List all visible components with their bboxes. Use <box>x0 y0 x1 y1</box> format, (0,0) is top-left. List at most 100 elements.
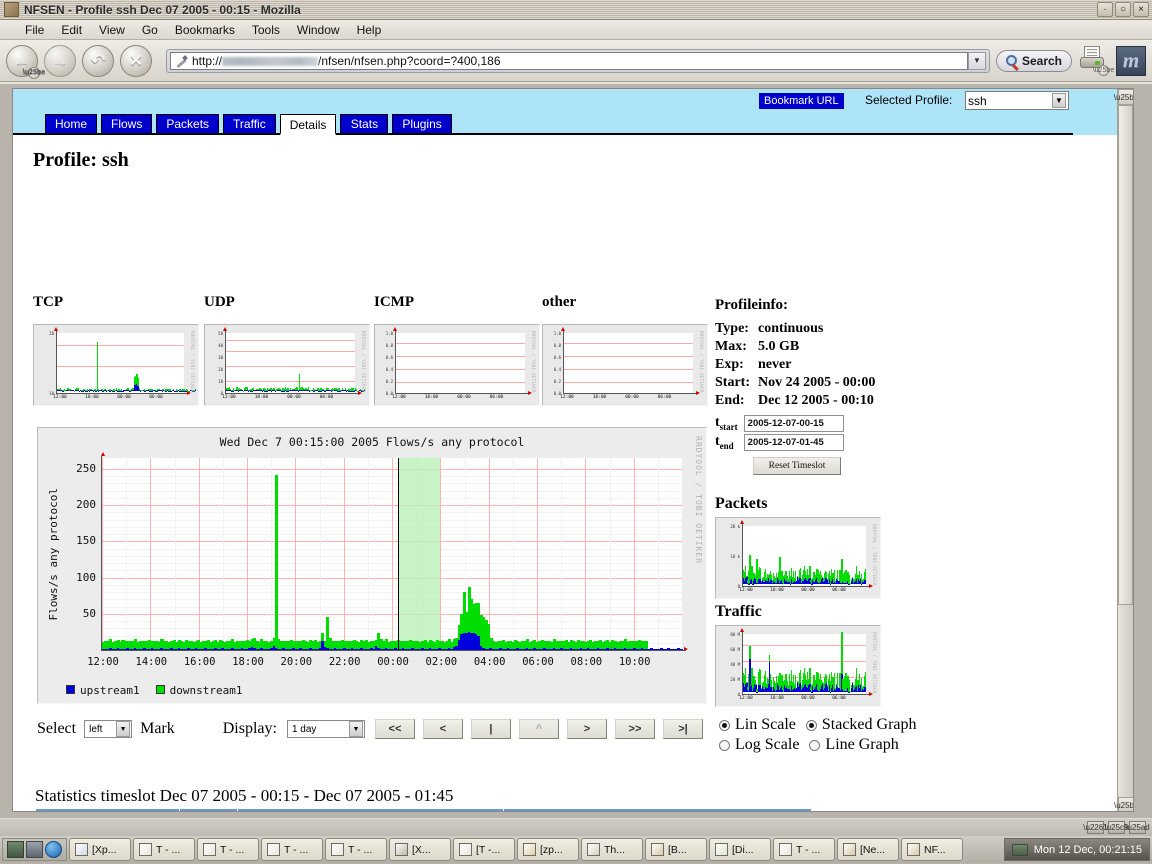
taskbar-item[interactable]: [X... <box>389 838 451 861</box>
close-button[interactable]: × <box>1133 2 1149 17</box>
nav-up-button[interactable]: ^ <box>518 719 559 739</box>
clock[interactable]: Mon 12 Dec, 00:21:15 <box>1003 838 1150 861</box>
thumb-x-tick: 06:00 <box>832 696 846 701</box>
thumb-y-tick: 10 <box>218 379 223 384</box>
terminal-launcher-icon[interactable] <box>7 841 24 858</box>
taskbar-item-icon <box>203 843 216 856</box>
url-bar-wrapper: http:///nfsen/nfsen.php?coord=?400,186 ▼ <box>166 48 990 73</box>
bookmark-url-button[interactable]: Bookmark URL <box>759 93 844 109</box>
menu-help[interactable]: Help <box>350 21 389 39</box>
url-input[interactable]: http:///nfsen/nfsen.php?coord=?400,186 <box>170 51 968 70</box>
menu-window[interactable]: Window <box>290 21 347 39</box>
taskbar-item[interactable]: [B... <box>645 838 707 861</box>
profile-select[interactable]: ssh ▼ <box>965 91 1069 110</box>
task-buttons: [Xp... T - ... T - ... T - ... T - ... [X... [… <box>69 838 963 861</box>
menu-file[interactable]: File <box>18 21 51 39</box>
menu-tools[interactable]: Tools <box>245 21 287 39</box>
taskbar-item[interactable]: T - ... <box>261 838 323 861</box>
taskbar-item[interactable]: T - ... <box>133 838 195 861</box>
graph-y-axis <box>101 456 102 651</box>
page-scrollbar[interactable]: \u25b2 \u25bc <box>1114 89 1133 811</box>
lock-icon[interactable]: \u25ad <box>1125 821 1150 834</box>
browser-launcher-icon[interactable] <box>45 841 62 858</box>
back-icon[interactable]: ← \u25be <box>6 44 45 79</box>
nav-prev-button[interactable]: < <box>422 719 463 739</box>
taskbar-item[interactable]: [Xp... <box>69 838 131 861</box>
tab-plugins[interactable]: Plugins <box>392 114 452 133</box>
menu-bookmarks[interactable]: Bookmarks <box>168 21 242 39</box>
protocol-graph-other[interactable]: 1.0 0.8 0.6 0.4 0.2 0.0 12:00 18:00 00:00 06:00 RR… <box>542 324 708 406</box>
print-dropdown-icon[interactable]: \u25be <box>1093 64 1114 76</box>
taskbar-item[interactable]: [zp... <box>517 838 579 861</box>
reload-icon[interactable]: ↶ <box>82 44 114 77</box>
protocol-graph-udp[interactable]: 50 40 30 20 10 0 12:00 18:00 00:00 06:00 RRDTOOL /… <box>204 324 370 406</box>
tstart-input[interactable]: 2005-12-07-00-15 <box>743 415 844 432</box>
scroll-up-icon[interactable]: \u25b2 <box>1114 89 1133 105</box>
nav-next-button[interactable]: > <box>566 719 607 739</box>
packets-graph[interactable]: 20 k 10 k 0 12:00 18:00 00:00 06:00 RRDTOOL / T… <box>715 517 881 599</box>
protocol-graph-icmp[interactable]: 1.0 0.8 0.6 0.4 0.2 0.0 12:00 18:00 00:00 06:00 RR… <box>374 324 540 406</box>
tab-details[interactable]: Details <box>279 114 337 135</box>
chevron-down-icon: ▼ <box>1052 93 1066 108</box>
profile-type-key: Type: <box>715 321 749 336</box>
radio-stacked-graph[interactable]: Stacked Graph <box>805 716 917 734</box>
protocol-thumb-title: other <box>542 294 577 310</box>
print-icon[interactable]: \u25be <box>1078 45 1114 76</box>
eye-icon[interactable]: \u25c9 <box>1104 821 1129 834</box>
taskbar-item-label: T - ... <box>796 843 821 856</box>
taskbar-item[interactable]: T - ... <box>773 838 835 861</box>
thumb-axis-arrow-icon <box>393 327 397 331</box>
tab-home[interactable]: Home <box>45 114 98 133</box>
graph-plot-area[interactable] <box>102 458 683 650</box>
nav-first-button[interactable]: << <box>374 719 415 739</box>
url-dropdown-icon[interactable]: ▼ <box>967 51 986 70</box>
main-graph[interactable]: Wed Dec 7 00:15:00 2005 Flows/s any prot… <box>37 427 707 704</box>
maximize-button[interactable]: ○ <box>1115 2 1131 17</box>
taskbar-item[interactable]: Th... <box>581 838 643 861</box>
menu-edit[interactable]: Edit <box>54 21 89 39</box>
stop-icon[interactable]: ✕ <box>120 44 152 77</box>
thumb-x-tick: 12:00 <box>560 395 574 400</box>
tab-traffic[interactable]: Traffic <box>223 114 276 133</box>
taskbar-item-label: [zp... <box>540 843 563 856</box>
reset-timeslot-button[interactable]: Reset Timeslot <box>753 457 841 475</box>
tab-flows[interactable]: Flows <box>101 114 153 133</box>
monitor-launcher-icon[interactable] <box>26 841 43 858</box>
menu-bar: File Edit View Go Bookmarks Tools Window… <box>0 20 1152 40</box>
network-icon[interactable]: \u2261 <box>1083 821 1108 834</box>
back-dropdown-icon[interactable]: \u25be <box>23 66 45 79</box>
graph-bar <box>275 474 279 650</box>
thumb-x-tick: 18:00 <box>770 588 784 593</box>
scrollbar-thumb[interactable] <box>1118 105 1133 605</box>
protocol-graph-tcp[interactable]: 20 10 12:00 18:00 00:00 06:00 RRDTOOL / TOBI O… <box>33 324 199 406</box>
minimize-button[interactable]: · <box>1097 2 1113 17</box>
radio-lin-scale[interactable]: Lin Scale <box>719 716 796 734</box>
select-side-dropdown[interactable]: left ▼ <box>84 720 133 738</box>
taskbar-tasks: [Xp... T - ... T - ... T - ... T - ... [X... [… <box>0 836 1152 863</box>
search-button[interactable]: Search <box>995 49 1072 72</box>
taskbar-item[interactable]: [T -... <box>453 838 515 861</box>
redacted-hostname <box>222 56 319 66</box>
display-range-dropdown[interactable]: 1 day ▼ <box>286 720 365 738</box>
taskbar-item[interactable]: T - ... <box>197 838 259 861</box>
menu-view[interactable]: View <box>92 21 132 39</box>
taskbar-item[interactable]: NF... <box>901 838 963 861</box>
tend-input[interactable]: 2005-12-07-01-45 <box>743 434 844 451</box>
taskbar-item[interactable]: [Di... <box>709 838 771 861</box>
nav-last-button[interactable]: >| <box>662 719 703 739</box>
nav-forward-button[interactable]: >> <box>614 719 655 739</box>
graph-option-radios: Lin Scale Stacked Graph Log Scale Line G… <box>719 716 917 754</box>
th-traffic: Traffic: <box>503 808 812 811</box>
scroll-down-icon[interactable]: \u25bc <box>1114 797 1133 811</box>
menu-go[interactable]: Go <box>135 21 165 39</box>
tab-stats[interactable]: Stats <box>340 114 389 133</box>
radio-log-scale[interactable]: Log Scale <box>719 736 799 754</box>
thumb-y-tick: 0.4 <box>553 367 561 372</box>
nav-center-button[interactable]: | <box>470 719 511 739</box>
traffic-graph[interactable]: 80 M 60 M 40 M 20 M 0 12:00 18:00 00:00 06:00 RRD… <box>715 625 881 707</box>
forward-icon[interactable]: → <box>44 44 76 77</box>
radio-line-graph[interactable]: Line Graph <box>809 736 899 754</box>
tab-packets[interactable]: Packets <box>156 114 220 133</box>
taskbar-item[interactable]: [Ne... <box>837 838 899 861</box>
taskbar-item[interactable]: T - ... <box>325 838 387 861</box>
